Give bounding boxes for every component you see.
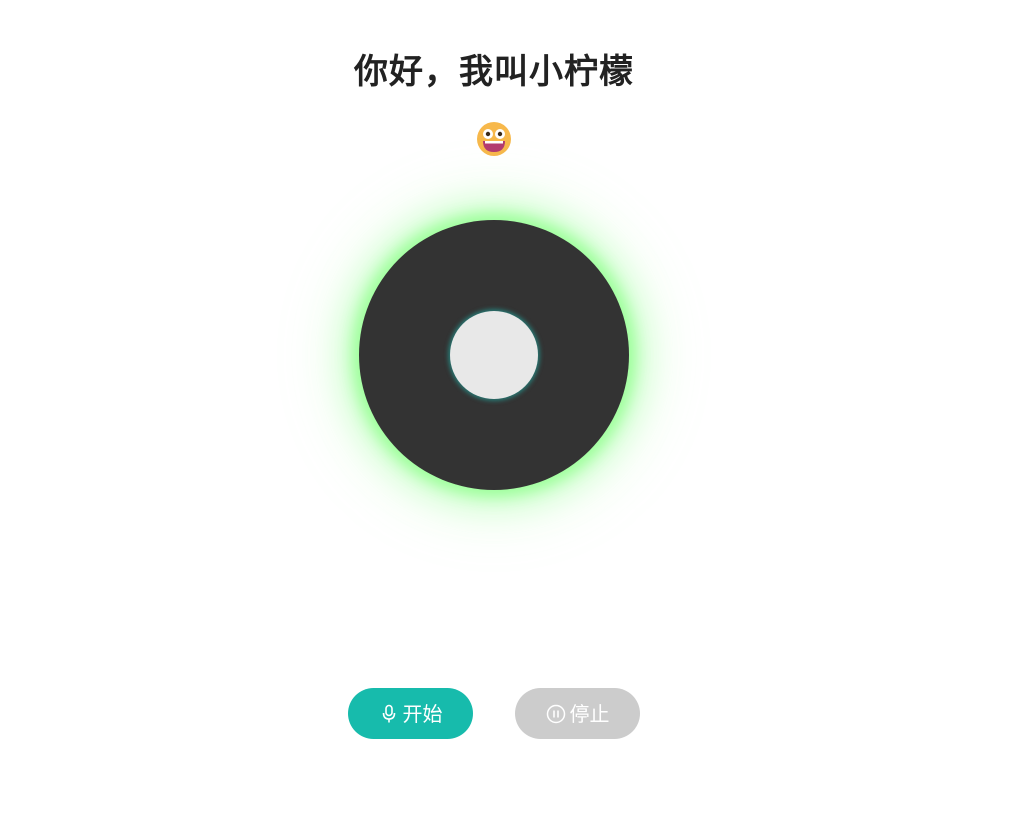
pause-circle-icon [546, 704, 565, 723]
start-button-label: 开始 [402, 701, 443, 726]
microphone-icon [382, 704, 395, 722]
stop-button-label: 停止 [569, 701, 610, 726]
start-button[interactable]: 开始 [348, 688, 473, 739]
page-title: 你好，我叫小柠檬 [354, 52, 634, 92]
voice-assistant-page: 你好，我叫小柠檬 开始 停止 [0, 0, 1009, 816]
voice-orb-core [450, 311, 538, 399]
grinning-face-emoji-icon [477, 122, 511, 156]
stop-button[interactable]: 停止 [515, 688, 640, 739]
